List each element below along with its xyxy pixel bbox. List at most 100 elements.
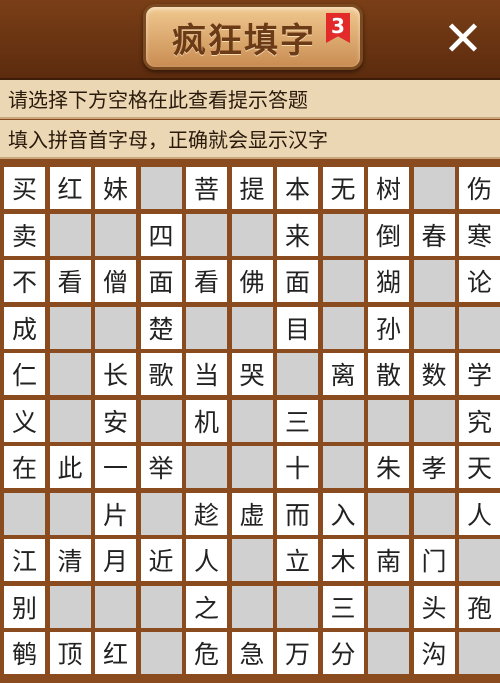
grid-cell-empty[interactable] bbox=[413, 260, 455, 302]
grid-cell-filled[interactable]: 僧 bbox=[95, 260, 136, 302]
grid-cell-filled[interactable]: 趁 bbox=[186, 492, 227, 535]
grid-cell-empty[interactable] bbox=[231, 539, 273, 581]
grid-cell-filled[interactable]: 学 bbox=[459, 353, 500, 395]
grid-cell-filled[interactable]: 安 bbox=[95, 399, 136, 442]
grid-cell-empty[interactable] bbox=[140, 585, 182, 628]
grid-cell-empty[interactable] bbox=[49, 492, 91, 535]
grid-cell-empty[interactable] bbox=[186, 213, 227, 256]
grid-cell-filled[interactable]: 春 bbox=[413, 213, 455, 256]
grid-cell-filled[interactable]: 鹌 bbox=[4, 632, 45, 674]
grid-cell-filled[interactable]: 月 bbox=[95, 539, 136, 581]
grid-cell-empty[interactable] bbox=[95, 306, 136, 349]
grid-cell-filled[interactable]: 人 bbox=[186, 539, 227, 581]
grid-cell-empty[interactable] bbox=[49, 585, 91, 628]
grid-cell-empty[interactable] bbox=[322, 399, 364, 442]
grid-cell-filled[interactable]: 面 bbox=[277, 260, 318, 302]
grid-cell-filled[interactable]: 菩 bbox=[186, 167, 227, 209]
grid-cell-filled[interactable]: 究 bbox=[459, 399, 500, 442]
grid-cell-empty[interactable] bbox=[413, 492, 455, 535]
grid-cell-filled[interactable]: 伤 bbox=[459, 167, 500, 209]
grid-cell-empty[interactable] bbox=[368, 492, 409, 535]
grid-cell-empty[interactable] bbox=[368, 632, 409, 674]
grid-cell-empty[interactable] bbox=[140, 492, 182, 535]
grid-cell-empty[interactable] bbox=[459, 632, 500, 674]
grid-cell-empty[interactable] bbox=[322, 446, 364, 488]
grid-cell-empty[interactable] bbox=[413, 399, 455, 442]
grid-cell-filled[interactable]: 仁 bbox=[4, 353, 45, 395]
grid-cell-filled[interactable]: 分 bbox=[322, 632, 364, 674]
grid-cell-filled[interactable]: 清 bbox=[49, 539, 91, 581]
grid-cell-filled[interactable]: 论 bbox=[459, 260, 500, 302]
grid-cell-filled[interactable]: 成 bbox=[4, 306, 45, 349]
grid-cell-empty[interactable] bbox=[231, 306, 273, 349]
grid-cell-filled[interactable]: 江 bbox=[4, 539, 45, 581]
grid-cell-filled[interactable]: 不 bbox=[4, 260, 45, 302]
grid-cell-empty[interactable] bbox=[231, 446, 273, 488]
grid-cell-filled[interactable]: 本 bbox=[277, 167, 318, 209]
grid-cell-filled[interactable]: 入 bbox=[322, 492, 364, 535]
grid-cell-filled[interactable]: 急 bbox=[231, 632, 273, 674]
grid-cell-empty[interactable] bbox=[140, 399, 182, 442]
grid-cell-empty[interactable] bbox=[231, 585, 273, 628]
grid-cell-empty[interactable] bbox=[459, 539, 500, 581]
grid-cell-filled[interactable]: 举 bbox=[140, 446, 182, 488]
grid-cell-empty[interactable] bbox=[277, 585, 318, 628]
grid-cell-empty[interactable] bbox=[277, 353, 318, 395]
grid-cell-filled[interactable]: 数 bbox=[413, 353, 455, 395]
grid-cell-filled[interactable]: 顶 bbox=[49, 632, 91, 674]
grid-cell-filled[interactable]: 之 bbox=[186, 585, 227, 628]
grid-cell-empty[interactable] bbox=[413, 167, 455, 209]
grid-cell-filled[interactable]: 天 bbox=[459, 446, 500, 488]
grid-cell-filled[interactable]: 机 bbox=[186, 399, 227, 442]
grid-cell-empty[interactable] bbox=[49, 399, 91, 442]
grid-cell-filled[interactable]: 立 bbox=[277, 539, 318, 581]
grid-cell-empty[interactable] bbox=[140, 167, 182, 209]
grid-cell-empty[interactable] bbox=[49, 213, 91, 256]
grid-cell-filled[interactable]: 头 bbox=[413, 585, 455, 628]
grid-cell-filled[interactable]: 义 bbox=[4, 399, 45, 442]
grid-cell-filled[interactable]: 三 bbox=[277, 399, 318, 442]
grid-cell-filled[interactable]: 无 bbox=[322, 167, 364, 209]
grid-cell-filled[interactable]: 提 bbox=[231, 167, 273, 209]
grid-cell-filled[interactable]: 在 bbox=[4, 446, 45, 488]
grid-cell-empty[interactable] bbox=[231, 399, 273, 442]
grid-cell-filled[interactable]: 朱 bbox=[368, 446, 409, 488]
grid-cell-filled[interactable]: 而 bbox=[277, 492, 318, 535]
grid-cell-filled[interactable]: 面 bbox=[140, 260, 182, 302]
grid-cell-empty[interactable] bbox=[49, 306, 91, 349]
grid-cell-empty[interactable] bbox=[459, 306, 500, 349]
grid-cell-empty[interactable] bbox=[231, 213, 273, 256]
grid-cell-filled[interactable]: 人 bbox=[459, 492, 500, 535]
grid-cell-empty[interactable] bbox=[95, 213, 136, 256]
grid-cell-empty[interactable] bbox=[186, 306, 227, 349]
grid-cell-empty[interactable] bbox=[322, 260, 364, 302]
grid-cell-filled[interactable]: 看 bbox=[49, 260, 91, 302]
grid-cell-empty[interactable] bbox=[140, 632, 182, 674]
grid-cell-empty[interactable] bbox=[95, 585, 136, 628]
grid-cell-empty[interactable] bbox=[368, 399, 409, 442]
grid-cell-filled[interactable]: 门 bbox=[413, 539, 455, 581]
grid-cell-filled[interactable]: 万 bbox=[277, 632, 318, 674]
grid-cell-filled[interactable]: 楚 bbox=[140, 306, 182, 349]
grid-cell-filled[interactable]: 片 bbox=[95, 492, 136, 535]
grid-cell-filled[interactable]: 红 bbox=[49, 167, 91, 209]
grid-cell-empty[interactable] bbox=[413, 306, 455, 349]
grid-cell-empty[interactable] bbox=[49, 353, 91, 395]
grid-cell-empty[interactable] bbox=[368, 585, 409, 628]
grid-cell-filled[interactable]: 十 bbox=[277, 446, 318, 488]
grid-cell-filled[interactable]: 孝 bbox=[413, 446, 455, 488]
grid-cell-empty[interactable] bbox=[4, 492, 45, 535]
grid-cell-filled[interactable]: 木 bbox=[322, 539, 364, 581]
grid-cell-filled[interactable]: 歌 bbox=[140, 353, 182, 395]
grid-cell-filled[interactable]: 沟 bbox=[413, 632, 455, 674]
grid-cell-filled[interactable]: 哭 bbox=[231, 353, 273, 395]
grid-cell-filled[interactable]: 买 bbox=[4, 167, 45, 209]
grid-cell-filled[interactable]: 孢 bbox=[459, 585, 500, 628]
grid-cell-filled[interactable]: 倒 bbox=[368, 213, 409, 256]
grid-cell-filled[interactable]: 孙 bbox=[368, 306, 409, 349]
grid-cell-empty[interactable] bbox=[322, 213, 364, 256]
grid-cell-filled[interactable]: 此 bbox=[49, 446, 91, 488]
grid-cell-filled[interactable]: 离 bbox=[322, 353, 364, 395]
grid-cell-filled[interactable]: 危 bbox=[186, 632, 227, 674]
grid-cell-filled[interactable]: 目 bbox=[277, 306, 318, 349]
